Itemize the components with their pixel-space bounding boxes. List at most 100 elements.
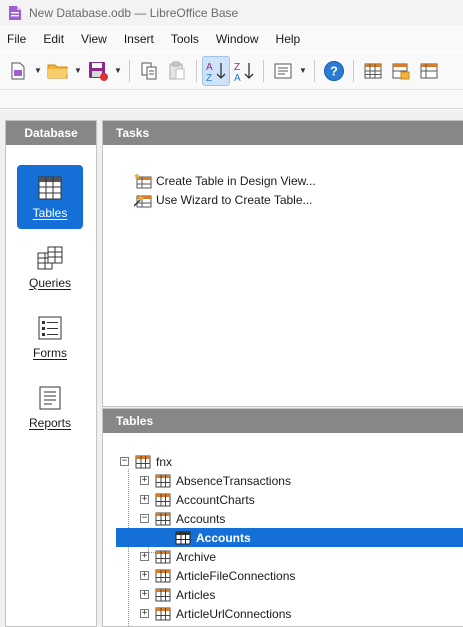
database-main-area: Database Tables Queries Forms Reports Ta… [0, 110, 463, 627]
table-icon [155, 550, 171, 563]
table-grid-button[interactable] [415, 56, 443, 86]
expand-icon[interactable]: + [140, 590, 149, 599]
tree-item-label: Articles [176, 587, 216, 602]
new-document-icon [11, 62, 25, 79]
toolbar-separator [263, 59, 264, 82]
menu-edit[interactable]: Edit [38, 32, 69, 46]
expand-icon[interactable]: + [140, 571, 149, 580]
tree-item-label: Accounts [176, 511, 226, 526]
menu-help[interactable]: Help [271, 32, 306, 46]
table-icon [364, 63, 382, 78]
reports-icon [39, 386, 61, 409]
sort-descending-button[interactable]: ZA [230, 56, 258, 86]
tables-panel: Tables − fnx + AbsenceTransactions + Acc… [102, 408, 463, 627]
collapse-icon[interactable]: − [140, 514, 149, 523]
tree-item-label: ArticleUrlConnections [176, 606, 292, 621]
new-document-button[interactable] [4, 56, 32, 86]
copy-button[interactable] [135, 56, 163, 86]
tree-item-archive[interactable]: + Archive [140, 547, 216, 566]
table-design-icon [134, 173, 152, 189]
tree-item-accounts-selected[interactable]: Accounts [116, 528, 463, 547]
help-button[interactable]: ? [320, 56, 348, 86]
table-icon [135, 455, 151, 468]
new-dropdown-arrow[interactable]: ▼ [32, 56, 44, 86]
task-use-wizard-create-table-label: Use Wizard to Create Table... [156, 193, 313, 207]
tree-item-label: AbsenceTransactions [176, 473, 291, 488]
toolbar-strip [0, 91, 463, 109]
forms-icon [38, 316, 62, 339]
toolbar-separator [196, 59, 197, 82]
tree-item-label: Archive [176, 549, 217, 564]
menu-tools[interactable]: Tools [166, 32, 204, 46]
open-folder-icon [47, 64, 68, 78]
table-icon [155, 607, 171, 620]
tasks-panel: Tasks Create Table in Design View... Use… [102, 120, 463, 407]
expand-icon[interactable]: + [140, 552, 149, 561]
table-icon [155, 588, 171, 601]
help-icon: ? [324, 60, 344, 81]
form-button[interactable] [269, 56, 297, 86]
table-export-button[interactable] [387, 56, 415, 86]
tree-item-absencetransactions[interactable]: + AbsenceTransactions [140, 471, 291, 490]
form-icon [274, 63, 292, 78]
nav-tables[interactable]: Tables [17, 165, 83, 229]
toolbar-separator [129, 59, 130, 82]
nav-reports-label: Reports [28, 415, 72, 430]
copy-icon [141, 62, 157, 79]
collapse-icon[interactable]: − [120, 457, 129, 466]
svg-text:Z: Z [234, 62, 240, 73]
sort-ascending-icon: AZ [206, 62, 226, 83]
table-icon [155, 474, 171, 487]
save-button[interactable] [84, 56, 112, 86]
tree-item-articles[interactable]: + Articles [140, 585, 215, 604]
tree-item-label: Accounts [196, 530, 251, 545]
paste-icon [169, 61, 185, 79]
tree-item-fnx-label: fnx [156, 454, 173, 469]
menu-bar: File Edit View Insert Tools Window Help [0, 27, 463, 51]
sort-ascending-button[interactable]: AZ [202, 55, 230, 86]
standard-toolbar: ▼ ▼ ▼ AZ ZA ▼ ? [0, 52, 463, 90]
table-icon [155, 569, 171, 582]
open-dropdown-arrow[interactable]: ▼ [72, 56, 84, 86]
task-create-table-design-view[interactable]: Create Table in Design View... [134, 173, 316, 189]
task-use-wizard-create-table[interactable]: Use Wizard to Create Table... [134, 192, 313, 208]
new-table-button[interactable] [359, 56, 387, 86]
table-grid-icon [420, 63, 438, 78]
tables-panel-header: Tables [103, 409, 463, 433]
table-icon [175, 531, 191, 544]
menu-file[interactable]: File [2, 32, 31, 46]
table-export-icon [392, 63, 410, 79]
nav-reports[interactable]: Reports [17, 375, 83, 439]
tree-item-articlefileconnections[interactable]: + ArticleFileConnections [140, 566, 295, 585]
paste-button[interactable] [163, 56, 191, 86]
table-icon [155, 512, 171, 525]
nav-tables-label: Tables [32, 205, 68, 220]
menu-window[interactable]: Window [211, 32, 264, 46]
nav-queries[interactable]: Queries [17, 235, 83, 299]
expand-icon[interactable]: + [140, 476, 149, 485]
title-bar: New Database.odb — LibreOffice Base [0, 0, 463, 26]
queries-icon [37, 246, 63, 269]
svg-text:?: ? [330, 63, 338, 78]
tasks-panel-header: Tasks [103, 121, 463, 145]
menu-view[interactable]: View [76, 32, 112, 46]
tables-icon [38, 176, 62, 199]
toolbar-separator [314, 59, 315, 82]
svg-text:A: A [206, 62, 213, 73]
nav-forms[interactable]: Forms [17, 305, 83, 369]
save-icon [89, 61, 108, 81]
expand-icon[interactable]: + [140, 609, 149, 618]
tree-item-accounts[interactable]: − Accounts [140, 509, 225, 528]
save-dropdown-arrow[interactable]: ▼ [112, 56, 124, 86]
svg-text:A: A [234, 73, 241, 83]
form-dropdown-arrow[interactable]: ▼ [297, 56, 309, 86]
open-button[interactable] [44, 56, 72, 86]
menu-insert[interactable]: Insert [119, 32, 159, 46]
database-panel-header: Database [6, 121, 96, 145]
expand-icon[interactable]: + [140, 495, 149, 504]
tree-item-articleurlconnections[interactable]: + ArticleUrlConnections [140, 604, 291, 623]
sort-descending-icon: ZA [234, 62, 254, 83]
tree-item-accountcharts[interactable]: + AccountCharts [140, 490, 255, 509]
tree-item-fnx[interactable]: − fnx [120, 452, 172, 471]
nav-forms-label: Forms [33, 345, 67, 360]
